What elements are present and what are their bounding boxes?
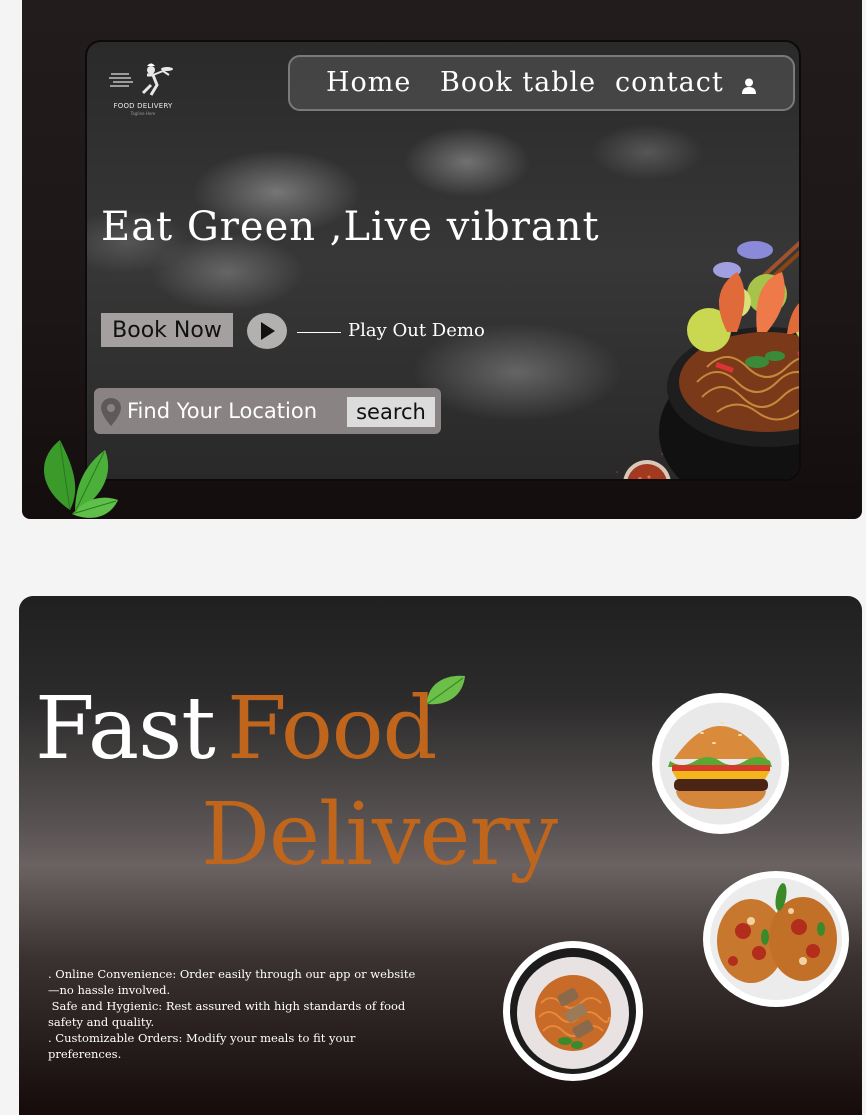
book-now-button[interactable]: Book Now [101,313,233,347]
location-search-input[interactable] [127,397,337,425]
nav-home[interactable]: Home [326,67,411,98]
logo-tagline: Tagline Here [130,111,156,116]
spaghetti-image [503,941,643,1081]
delivery-section: Fast Food Delivery . Online Convenience:… [19,596,862,1115]
user-icon[interactable] [742,78,756,94]
play-icon [261,322,275,340]
features-list: . Online Convenience: Order easily throu… [48,966,418,1062]
demo-divider-line [297,332,341,333]
hero-banner: FOOD DELIVERY Tagline Here Home Book tab… [85,40,801,481]
chef-runner-icon [109,63,173,96]
map-pin-icon [101,398,121,426]
leaf-icon [426,675,465,705]
title-food: Food [227,679,438,779]
location-search-bar: search [94,388,441,434]
nav-book-table[interactable]: Book table [440,67,596,98]
play-demo-button[interactable] [247,313,287,349]
logo-name: FOOD DELIVERY [113,102,173,110]
logo[interactable]: FOOD DELIVERY Tagline Here [107,60,179,118]
feature-item: Safe and Hygienic: Rest assured with hig… [48,999,409,1029]
mint-leaves-left [43,440,118,518]
burger-image [652,693,789,834]
hero-headline: Eat Green ,Live vibrant [101,204,600,250]
nav-bar: Home Book table contact [288,55,795,111]
chicken-parmesan-image [703,871,849,1007]
title-delivery: Delivery [201,785,558,885]
play-demo-label[interactable]: Play Out Demo [348,320,485,341]
feature-item: . Customizable Orders: Modify your meals… [48,1031,360,1061]
search-button[interactable]: search [347,397,435,427]
hero-section: FOOD DELIVERY Tagline Here Home Book tab… [22,0,862,519]
title-fast: Fast [35,679,216,779]
nav-contact[interactable]: contact [615,67,724,98]
feature-item: . Online Convenience: Order easily throu… [48,967,416,997]
noodle-bowl-image [659,240,799,479]
